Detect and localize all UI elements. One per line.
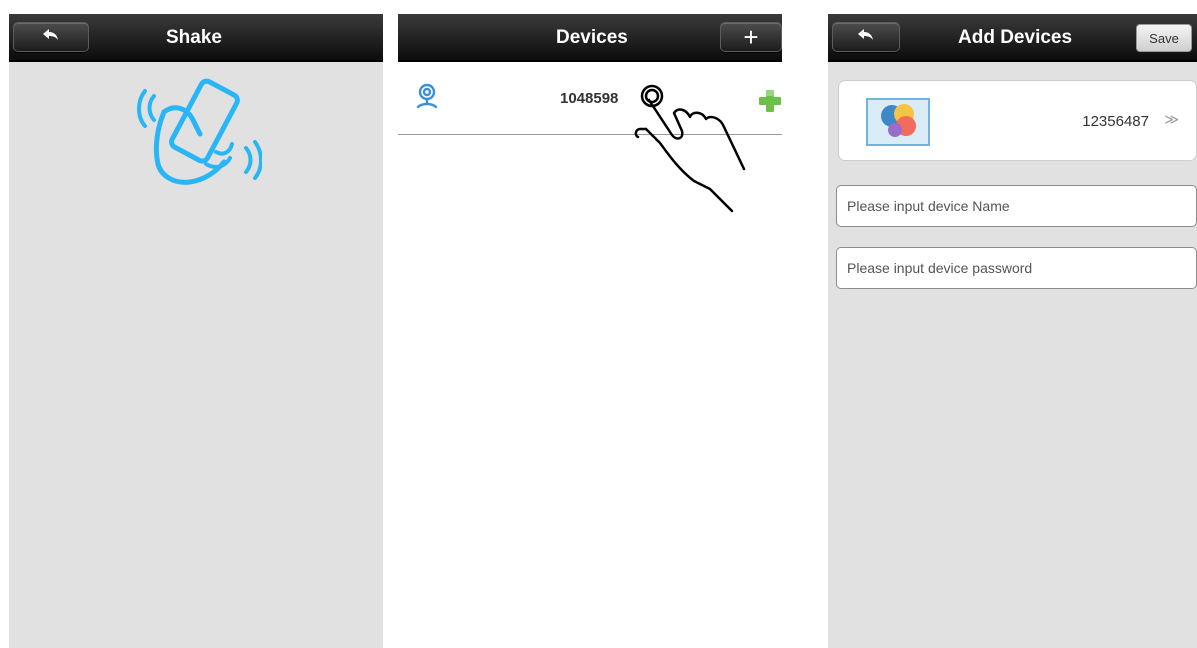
device-name-field[interactable] — [836, 185, 1197, 227]
save-button[interactable]: Save — [1136, 24, 1192, 52]
device-thumbnail — [866, 98, 930, 146]
page-title: Shake — [166, 27, 222, 48]
device-password-field[interactable] — [836, 247, 1197, 289]
devices-titlebar: Devices + — [398, 14, 782, 62]
shake-screen: Shake — [9, 14, 383, 648]
add-devices-screen: Add Devices Save 12356487 ≫ — [828, 14, 1197, 648]
back-arrow-icon — [42, 28, 60, 47]
shake-titlebar: Shake — [9, 14, 383, 62]
add-devices-titlebar: Add Devices Save — [828, 14, 1197, 62]
camera-icon — [414, 83, 440, 114]
devices-screen: Devices + 1048598 — [398, 14, 782, 648]
back-button[interactable] — [13, 22, 89, 52]
tap-hand-icon — [632, 77, 768, 213]
page-title: Add Devices — [958, 27, 1073, 48]
back-arrow-icon — [857, 28, 875, 47]
page-title: Devices — [556, 27, 628, 48]
device-name: 1048598 — [560, 90, 619, 107]
shake-phone-icon — [134, 72, 263, 188]
back-button[interactable] — [832, 22, 900, 52]
device-card[interactable]: 12356487 ≫ — [838, 80, 1197, 161]
device-id: 12356487 — [1082, 113, 1149, 130]
add-device-button[interactable]: + — [720, 22, 782, 52]
chevron-right-icon: ≫ — [1164, 112, 1179, 128]
